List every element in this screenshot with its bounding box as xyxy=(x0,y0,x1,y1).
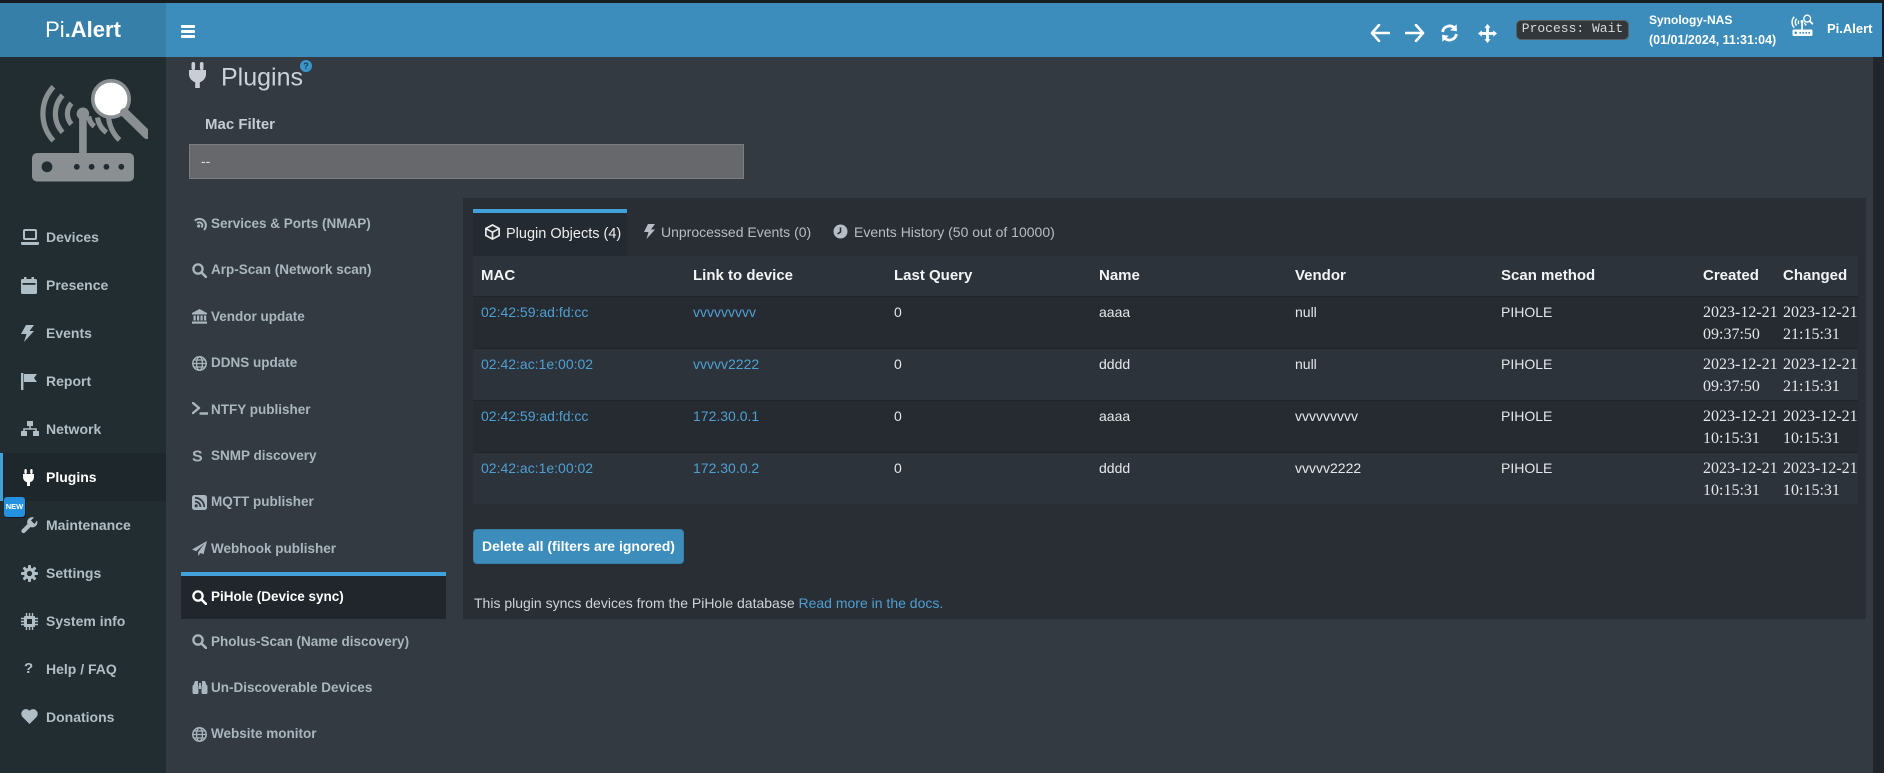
svg-text:S: S xyxy=(192,449,203,465)
